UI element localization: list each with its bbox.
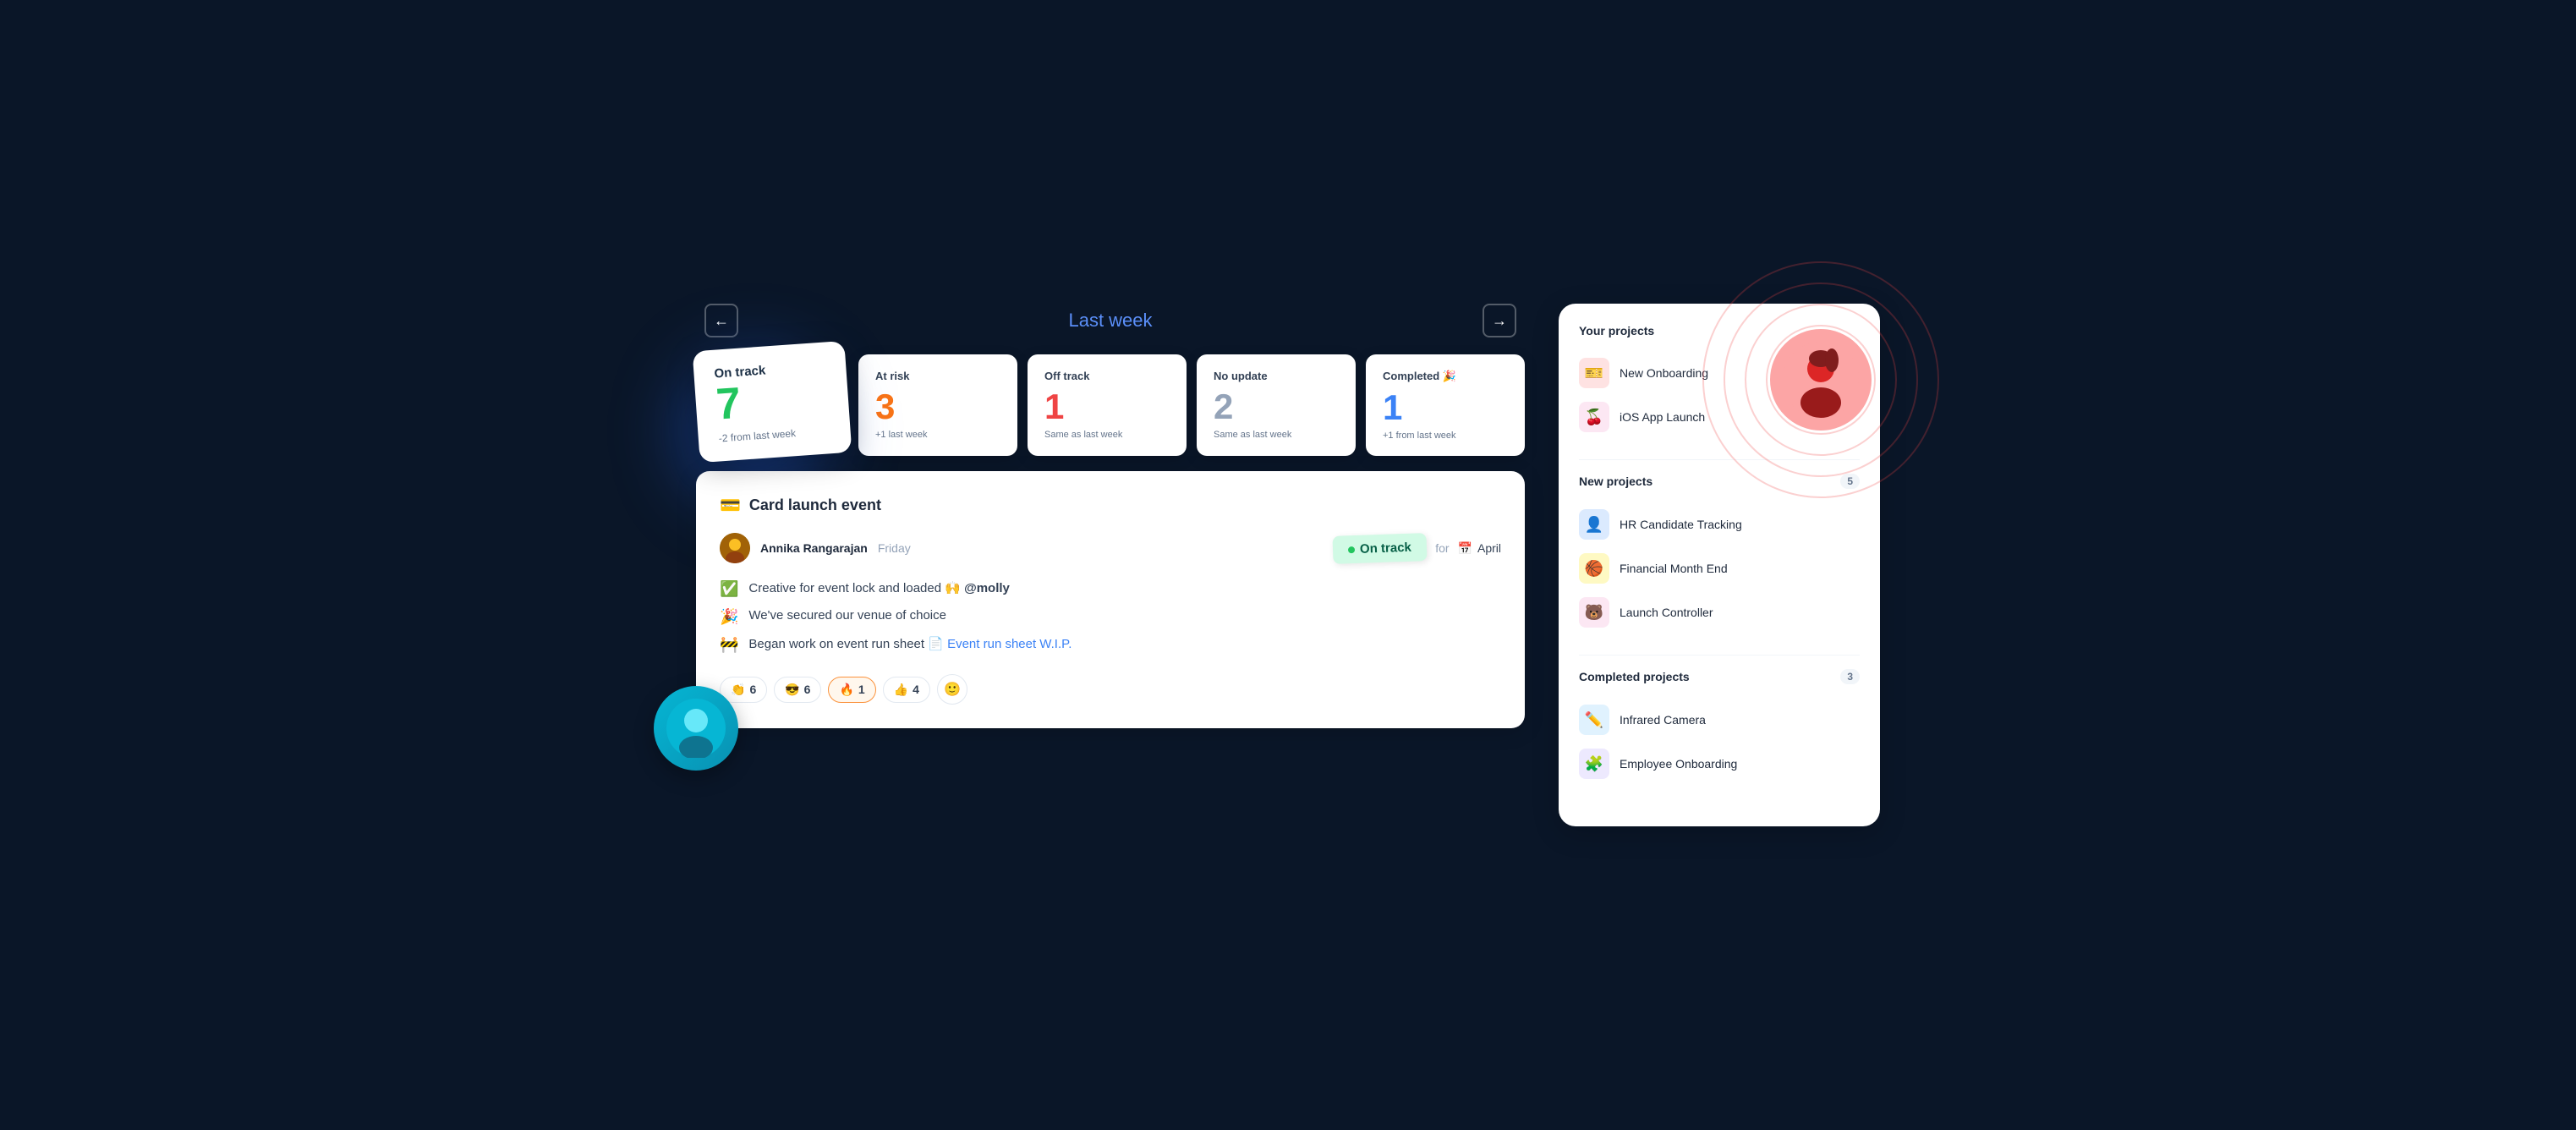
week-title: Last week [1068, 310, 1152, 332]
item-3-emoji: 🚧 [720, 636, 738, 654]
item-1-emoji: ✅ [720, 580, 738, 598]
item-3-text: Began work on event run sheet 📄 Event ru… [748, 636, 1072, 651]
completed-projects-title: Completed projects [1579, 670, 1690, 683]
at-risk-card: At risk 3 +1 last week [858, 354, 1017, 456]
at-risk-label: At risk [875, 370, 1000, 382]
status-label: On track [1360, 540, 1411, 556]
cool-count: 6 [804, 683, 811, 696]
status-badge-row: On track for 📅 April [1333, 535, 1501, 562]
thumbsup-emoji: 👍 [894, 683, 908, 697]
item-2-text: We've secured our venue of choice [748, 608, 946, 623]
off-track-card: Off track 1 Same as last week [1028, 354, 1187, 456]
update-card: 💳 Card launch event Annika Rangarajan Fr… [696, 471, 1525, 728]
project-launch-controller[interactable]: 🐻 Launch Controller [1579, 590, 1860, 634]
financial-month-end-name: Financial Month End [1620, 562, 1728, 575]
new-onboarding-icon: 🎫 [1579, 358, 1609, 388]
launch-controller-icon: 🐻 [1579, 597, 1609, 628]
completed-projects-section: Completed projects 3 ✏️ Infrared Camera … [1579, 669, 1860, 786]
reaction-thumbsup[interactable]: 👍 4 [883, 677, 930, 703]
infrared-camera-name: Infrared Camera [1620, 713, 1706, 727]
card-title: Card launch event [749, 496, 881, 514]
back-button[interactable]: ← [704, 304, 738, 337]
for-label: for [1435, 541, 1449, 555]
your-projects-title: Your projects [1579, 324, 1654, 337]
fire-emoji: 🔥 [839, 683, 853, 697]
off-track-sub: Same as last week [1044, 430, 1170, 440]
no-update-sub: Same as last week [1214, 430, 1339, 440]
update-meta: Annika Rangarajan Friday On track for 📅 … [720, 533, 1501, 563]
no-update-label: No update [1214, 370, 1339, 382]
bottom-avatar [654, 686, 738, 771]
event-link[interactable]: 📄 Event run sheet W.I.P. [928, 637, 1072, 651]
new-projects-title: New projects [1579, 474, 1652, 488]
forward-button[interactable]: → [1483, 304, 1516, 337]
on-track-number: 7 [715, 373, 830, 429]
add-reaction-button[interactable]: 🙂 [937, 674, 967, 705]
thumbsup-count: 4 [913, 683, 919, 696]
panel-avatar-deco [1770, 329, 1872, 431]
reaction-fire[interactable]: 🔥 1 [828, 677, 875, 703]
at-risk-number: 3 [875, 389, 1000, 425]
clap-emoji: 👏 [731, 683, 745, 697]
calendar-icon: 📅 [1458, 541, 1472, 556]
completed-label: Completed 🎉 [1383, 370, 1508, 383]
project-employee-onboarding[interactable]: 🧩 Employee Onboarding [1579, 742, 1860, 786]
card-header: 💳 Card launch event [720, 495, 1501, 516]
completed-card: Completed 🎉 1 +1 from last week [1366, 354, 1525, 456]
deco-circles [1694, 253, 1948, 507]
divider-2 [1579, 655, 1860, 656]
update-item-2: 🎉 We've secured our venue of choice [720, 608, 1501, 626]
update-day: Friday [878, 541, 911, 555]
status-dot [1348, 546, 1355, 552]
update-author: Annika Rangarajan [760, 541, 868, 555]
month-label: April [1477, 541, 1501, 555]
status-badge: On track [1333, 533, 1428, 564]
hr-candidate-icon: 👤 [1579, 509, 1609, 540]
reactions-row: 👏 6 😎 6 🔥 1 👍 4 🙂 [720, 674, 1501, 705]
author-avatar [720, 533, 750, 563]
card-icon: 💳 [720, 495, 741, 516]
update-item-1: ✅ Creative for event lock and loaded 🙌 @… [720, 580, 1501, 598]
project-financial-month-end[interactable]: 🏀 Financial Month End [1579, 546, 1860, 590]
reaction-cool[interactable]: 😎 6 [774, 677, 821, 703]
item-2-emoji: 🎉 [720, 608, 738, 626]
completed-projects-count: 3 [1840, 669, 1860, 684]
completed-projects-header: Completed projects 3 [1579, 669, 1860, 684]
stats-row: On track 7 -2 from last week At risk 3 +… [696, 354, 1525, 458]
employee-onboarding-name: Employee Onboarding [1620, 757, 1737, 771]
item-1-text: Creative for event lock and loaded 🙌 @mo… [748, 580, 1009, 595]
infrared-camera-icon: ✏️ [1579, 705, 1609, 735]
update-item-3: 🚧 Began work on event run sheet 📄 Event … [720, 636, 1501, 654]
week-navigation: ← Last week → [696, 304, 1525, 337]
fire-count: 1 [858, 683, 865, 696]
off-track-label: Off track [1044, 370, 1170, 382]
ios-app-launch-icon: 🍒 [1579, 402, 1609, 432]
project-infrared-camera[interactable]: ✏️ Infrared Camera [1579, 698, 1860, 742]
no-update-card: No update 2 Same as last week [1197, 354, 1356, 456]
employee-onboarding-icon: 🧩 [1579, 749, 1609, 779]
clap-count: 6 [749, 683, 756, 696]
at-risk-sub: +1 last week [875, 430, 1000, 440]
cool-emoji: 😎 [785, 683, 799, 697]
stat-cards-group: At risk 3 +1 last week Off track 1 Same … [858, 354, 1525, 456]
off-track-number: 1 [1044, 389, 1170, 425]
on-track-card: On track 7 -2 from last week [693, 341, 852, 463]
financial-month-end-icon: 🏀 [1579, 553, 1609, 584]
hr-candidate-name: HR Candidate Tracking [1620, 518, 1742, 531]
right-panel: Your projects 🎫 New Onboarding 🍒 iOS App… [1559, 304, 1880, 826]
project-hr-candidate[interactable]: 👤 HR Candidate Tracking [1579, 502, 1860, 546]
add-reaction-icon: 🙂 [944, 681, 961, 698]
completed-sub: +1 from last week [1383, 431, 1508, 441]
completed-number: 1 [1383, 390, 1508, 425]
ios-app-launch-name: iOS App Launch [1620, 410, 1705, 424]
update-items: ✅ Creative for event lock and loaded 🙌 @… [720, 580, 1501, 654]
launch-controller-name: Launch Controller [1620, 606, 1713, 619]
month-badge: 📅 April [1458, 541, 1501, 556]
no-update-number: 2 [1214, 389, 1339, 425]
